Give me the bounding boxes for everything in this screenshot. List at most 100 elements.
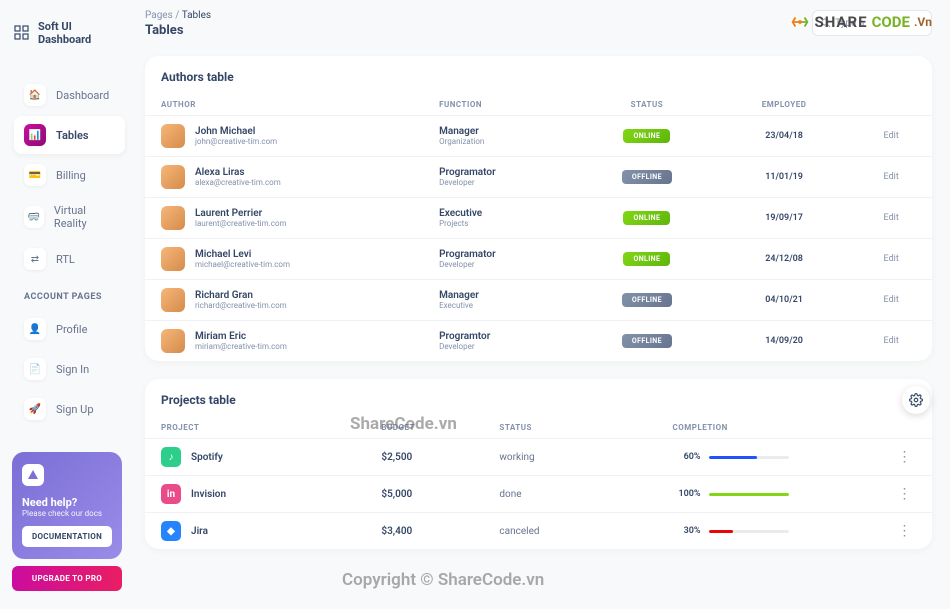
col-action: [850, 94, 932, 116]
project-name: Spotify: [191, 452, 223, 463]
edit-link[interactable]: Edit: [850, 198, 932, 239]
col-employed: EMPLOYED: [718, 94, 851, 116]
sidebar-item-label: Billing: [56, 169, 86, 182]
upgrade-button[interactable]: UPGRADE TO PRO: [12, 566, 122, 591]
status-badge: ONLINE: [623, 129, 670, 143]
function-title: Manager: [439, 126, 560, 137]
sidebar-item-billing[interactable]: 💳 Billing: [14, 156, 125, 194]
function-title: Programtor: [439, 331, 560, 342]
signup-icon: 🚀: [24, 398, 46, 420]
author-name: Miriam Eric: [195, 331, 287, 342]
watermark-logo: SHARECODE.Vn: [789, 11, 932, 33]
more-button[interactable]: ⋮: [877, 476, 932, 513]
function-subtitle: Projects: [439, 219, 560, 228]
sidebar-item-dashboard[interactable]: 🏠 Dashboard: [14, 76, 125, 114]
authors-table: AUTHOR FUNCTION STATUS EMPLOYED John Mic…: [145, 94, 932, 361]
progress-bar: [709, 456, 789, 459]
settings-fab[interactable]: [902, 386, 930, 414]
completion-pct: 30%: [673, 526, 701, 536]
function-subtitle: Developer: [439, 342, 560, 351]
section-label: ACCOUNT PAGES: [24, 292, 125, 302]
function-subtitle: Developer: [439, 260, 560, 269]
sidebar-item-label: Sign In: [56, 363, 89, 376]
sidebar-item-vr[interactable]: 🥽 Virtual Reality: [14, 196, 125, 238]
gear-icon: [909, 393, 923, 407]
author-email: miriam@creative-tim.com: [195, 342, 287, 351]
breadcrumb-root[interactable]: Pages: [145, 10, 173, 21]
sidebar-item-label: Virtual Reality: [54, 204, 115, 230]
sidebar-item-signup[interactable]: 🚀 Sign Up: [14, 390, 125, 428]
table-row: Miriam Eric miriam@creative-tim.com Prog…: [145, 321, 932, 362]
edit-link[interactable]: Edit: [850, 280, 932, 321]
edit-link[interactable]: Edit: [850, 239, 932, 280]
sidebar: Soft UI Dashboard 🏠 Dashboard 📊 Tables 💳…: [0, 0, 135, 609]
table-row: Michael Levi michael@creative-tim.com Pr…: [145, 239, 932, 280]
more-button[interactable]: ⋮: [877, 439, 932, 476]
sidebar-item-rtl[interactable]: ⇄ RTL: [14, 240, 125, 278]
employed-date: 14/09/20: [718, 321, 851, 362]
breadcrumb-current: Tables: [182, 10, 211, 21]
project-budget: $2,500: [365, 439, 483, 476]
status-badge: ONLINE: [623, 252, 670, 266]
sidebar-item-signin[interactable]: 📄 Sign In: [14, 350, 125, 388]
status-badge: ONLINE: [623, 211, 670, 225]
table-row: in Invision $5,000 done 100% ⋮: [145, 476, 932, 513]
documentation-button[interactable]: DOCUMENTATION: [22, 526, 112, 547]
author-email: michael@creative-tim.com: [195, 260, 290, 269]
recycle-icon: [789, 11, 811, 33]
function-subtitle: Developer: [439, 178, 560, 187]
watermark-bottom: Copyright © ShareCode.vn: [342, 570, 544, 590]
profile-icon: 👤: [24, 318, 46, 340]
sidebar-item-tables[interactable]: 📊 Tables: [14, 116, 125, 154]
function-subtitle: Organization: [439, 137, 560, 146]
project-status: done: [483, 476, 656, 513]
author-name: Richard Gran: [195, 290, 287, 301]
avatar: [161, 206, 185, 230]
author-email: john@creative-tim.com: [195, 137, 277, 146]
edit-link[interactable]: Edit: [850, 116, 932, 157]
employed-date: 24/12/08: [718, 239, 851, 280]
more-button[interactable]: ⋮: [877, 513, 932, 550]
projects-table: PROJECT BUDGET STATUS COMPLETION ♪ Spoti…: [145, 417, 932, 549]
edit-link[interactable]: Edit: [850, 157, 932, 198]
employed-date: 19/09/17: [718, 198, 851, 239]
function-title: Manager: [439, 290, 560, 301]
edit-link[interactable]: Edit: [850, 321, 932, 362]
card-title: Projects table: [145, 379, 932, 417]
card-title: Authors table: [145, 56, 932, 94]
table-row: Richard Gran richard@creative-tim.com Ma…: [145, 280, 932, 321]
authors-card: Authors table AUTHOR FUNCTION STATUS EMP…: [145, 56, 932, 361]
status-badge: OFFLINE: [622, 334, 672, 348]
avatar: [161, 329, 185, 353]
function-title: Executive: [439, 208, 560, 219]
progress-bar: [709, 493, 789, 496]
avatar: [161, 247, 185, 271]
sidebar-item-label: Tables: [56, 129, 89, 142]
help-subtitle: Please check our docs: [22, 509, 112, 518]
signin-icon: 📄: [24, 358, 46, 380]
main: Pages / Tables Tables Type h Authors tab…: [145, 0, 932, 567]
author-email: laurent@creative-tim.com: [195, 219, 287, 228]
page-title: Tables: [145, 23, 211, 38]
project-budget: $3,400: [365, 513, 483, 550]
completion-pct: 60%: [673, 452, 701, 462]
avatar: [161, 124, 185, 148]
author-email: richard@creative-tim.com: [195, 301, 287, 310]
author-name: Michael Levi: [195, 249, 290, 260]
sidebar-item-label: RTL: [56, 253, 75, 266]
status-badge: OFFLINE: [622, 170, 672, 184]
col-paction: [877, 417, 932, 439]
sidebar-item-profile[interactable]: 👤 Profile: [14, 310, 125, 348]
col-function: FUNCTION: [423, 94, 576, 116]
col-status: STATUS: [576, 94, 718, 116]
vr-icon: 🥽: [24, 206, 44, 228]
project-status: canceled: [483, 513, 656, 550]
author-name: John Michael: [195, 126, 277, 137]
sidebar-item-label: Sign Up: [56, 403, 94, 416]
project-icon: ♪: [161, 447, 181, 467]
author-name: Laurent Perrier: [195, 208, 287, 219]
brand[interactable]: Soft UI Dashboard: [14, 20, 125, 46]
billing-icon: 💳: [24, 164, 46, 186]
brand-label: Soft UI Dashboard: [38, 20, 125, 46]
help-card: Need help? Please check our docs DOCUMEN…: [12, 452, 122, 559]
